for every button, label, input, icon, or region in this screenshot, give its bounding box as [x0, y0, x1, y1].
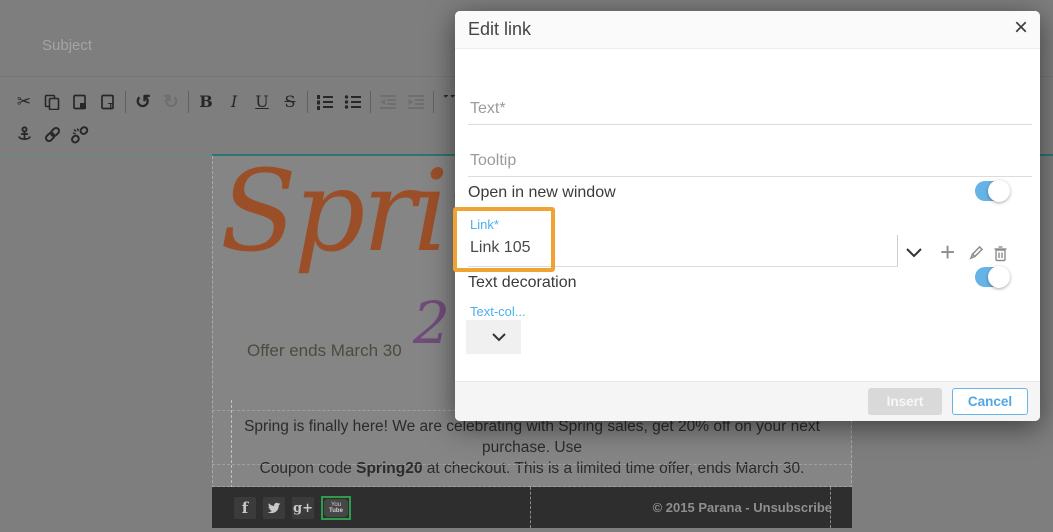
link-text-input[interactable]	[468, 93, 1032, 125]
link-select-value[interactable]: Link 105	[470, 239, 531, 257]
email-footer[interactable]: f g+ You Tube © 2015 Parana - Unsubscrib…	[212, 487, 852, 528]
toolbar-separator	[307, 91, 308, 113]
body-line1: Spring is finally here! We are celebrati…	[244, 418, 820, 456]
canvas-divider-dashed	[0, 155, 212, 156]
googleplus-icon[interactable]: g+	[292, 497, 314, 519]
delete-link-icon[interactable]	[993, 245, 1008, 267]
toolbar-row1: ✂ T ↺ ↻ B I U S ”	[10, 89, 465, 115]
toolbar-separator	[370, 91, 371, 113]
dialog-footer: Insert Cancel	[455, 381, 1040, 421]
edit-link-icon[interactable]	[967, 245, 984, 267]
toolbar-row2	[10, 121, 94, 147]
toggle-knob	[988, 266, 1010, 288]
strikethrough-icon[interactable]: S	[276, 90, 304, 114]
body-line2-pre: Coupon code	[260, 460, 357, 477]
add-link-icon[interactable]: +	[940, 239, 955, 265]
paste-text-icon[interactable]: T	[94, 90, 122, 114]
dropdown-separator	[897, 235, 898, 267]
redo-icon: ↻	[157, 90, 185, 114]
color-dropdown-chevron-icon	[491, 332, 507, 343]
copy-icon[interactable]	[38, 90, 66, 114]
italic-icon[interactable]: I	[220, 90, 248, 114]
app-screen: ✂ T ↺ ↻ B I U S ”	[0, 0, 1053, 532]
anchor-icon[interactable]	[10, 122, 38, 146]
email-offer-text: Offer ends March 30	[247, 341, 402, 361]
toolbar-separator	[188, 91, 189, 113]
youtube-selection-outline: You Tube	[321, 496, 351, 520]
insert-button[interactable]: Insert	[868, 388, 942, 415]
twitter-icon[interactable]	[263, 497, 285, 519]
text-color-dropdown[interactable]	[466, 320, 521, 354]
coupon-code: Spring20	[356, 460, 422, 477]
open-new-window-label: Open in new window	[468, 184, 616, 202]
body-line2-post: at checkout. This is a limited time offe…	[422, 460, 804, 477]
facebook-icon[interactable]: f	[234, 497, 256, 519]
open-new-window-toggle[interactable]	[975, 181, 1008, 201]
edit-link-dialog: Edit link × Open in new window Link* Lin…	[455, 11, 1040, 421]
unordered-list-icon[interactable]	[339, 90, 367, 114]
paste-icon[interactable]	[66, 90, 94, 114]
youtube-icon[interactable]: You Tube	[324, 499, 348, 517]
undo-icon[interactable]: ↺	[129, 90, 157, 114]
underline-icon[interactable]: U	[248, 90, 276, 114]
social-icons-block[interactable]: f g+ You Tube	[234, 496, 351, 520]
link-dropdown-chevron-icon[interactable]	[905, 246, 923, 264]
bold-icon[interactable]: B	[192, 90, 220, 114]
outdent-icon	[374, 90, 402, 114]
text-decoration-toggle[interactable]	[975, 267, 1008, 287]
toolbar-separator	[433, 91, 434, 113]
subject-input[interactable]	[40, 36, 424, 55]
block-border	[212, 464, 852, 465]
copyright-unsubscribe-text[interactable]: © 2015 Parana - Unsubscribe	[653, 500, 832, 515]
email-year-digit: 2	[413, 294, 450, 352]
text-decoration-label: Text decoration	[468, 274, 577, 292]
ordered-list-icon[interactable]	[311, 90, 339, 114]
close-icon[interactable]: ×	[1014, 14, 1028, 42]
dialog-title: Edit link	[468, 19, 531, 40]
tooltip-input[interactable]	[468, 145, 1032, 177]
footer-cell-border	[530, 487, 531, 528]
toolbar-separator	[125, 91, 126, 113]
toggle-knob	[988, 180, 1010, 202]
svg-text:T: T	[108, 101, 114, 111]
email-body-text[interactable]: Spring is finally here! We are celebrati…	[212, 416, 852, 479]
dialog-header: Edit link ×	[455, 11, 1040, 49]
link-icon[interactable]	[38, 122, 66, 146]
cut-icon[interactable]: ✂	[10, 90, 38, 114]
link-field-underline	[468, 266, 897, 267]
text-color-label: Text-col...	[470, 304, 526, 319]
youtube-text-bottom: Tube	[329, 508, 343, 514]
link-field-label: Link*	[470, 217, 499, 232]
unlink-icon[interactable]	[66, 122, 94, 146]
cancel-button[interactable]: Cancel	[952, 388, 1028, 415]
indent-icon	[402, 90, 430, 114]
